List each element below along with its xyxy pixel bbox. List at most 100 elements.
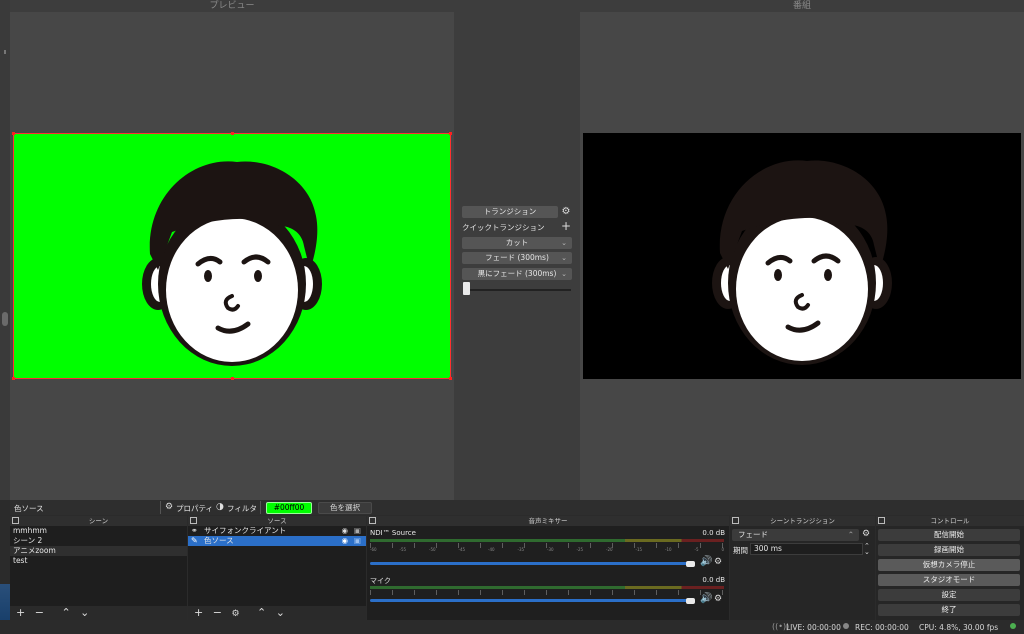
filter-icon: ◑	[216, 502, 224, 512]
mixer-body: NDI™ Source 0.0 dB -60 -55 -50 -45 -40 -35 -30…	[367, 526, 729, 620]
speaker-icon[interactable]: 🔊	[700, 556, 712, 567]
remove-icon[interactable]: −	[35, 606, 44, 619]
source-item[interactable]: ✎ 色ソース ◉ ▣	[188, 536, 366, 546]
channel-db: 0.0 dB	[702, 576, 725, 584]
resize-handle[interactable]	[449, 377, 452, 380]
gear-icon[interactable]: ⚙	[714, 594, 722, 604]
stepper-icon[interactable]: ⌃ ⌄	[864, 543, 870, 556]
tick-label: 0	[721, 547, 724, 552]
resize-handle[interactable]	[2, 312, 8, 326]
volume-handle[interactable]	[686, 598, 695, 604]
level-meter	[370, 539, 724, 542]
popout-icon[interactable]	[369, 517, 376, 524]
duration-input[interactable]: 300 ms	[750, 543, 863, 555]
source-item[interactable]: ⚭ サイフォンクライアント ◉ ▣	[188, 526, 366, 536]
chevron-up-icon[interactable]: ⌃	[257, 606, 266, 619]
scene-item[interactable]: mmhmm	[10, 526, 187, 536]
scene-item[interactable]: test	[10, 556, 187, 566]
rec-time: REC: 00:00:00	[855, 623, 909, 632]
lock-icon[interactable]: ▣	[354, 536, 361, 546]
preview-canvas[interactable]	[13, 133, 451, 379]
channel-db: 0.0 dB	[702, 529, 725, 537]
quick-item-label: フェード (300ms)	[485, 253, 549, 262]
tick-label: -15	[635, 547, 643, 552]
studio-mode-button[interactable]: スタジオモード	[878, 574, 1020, 586]
resize-handle[interactable]	[449, 132, 452, 135]
sources-title-bar: ソース	[188, 516, 366, 526]
stop-virtual-camera-button[interactable]: 仮想カメラ停止	[878, 559, 1020, 571]
eye-icon[interactable]: ◉	[341, 536, 348, 546]
add-icon[interactable]: +	[194, 606, 203, 619]
select-color-button[interactable]: 色を選択	[318, 502, 372, 514]
t-bar-handle[interactable]	[463, 282, 470, 295]
preview-title: プレビュー	[10, 0, 454, 12]
start-recording-button[interactable]: 録画開始	[878, 544, 1020, 556]
channel-name: マイク	[370, 577, 391, 585]
transitions-pane	[454, 0, 580, 500]
add-icon[interactable]: +	[16, 606, 25, 619]
chevron-down-icon[interactable]: ⌄	[80, 606, 89, 619]
properties-button[interactable]: プロパティ	[176, 503, 213, 514]
quick-item-label: 黒にフェード (300ms)	[477, 269, 557, 278]
controls-title: コントロール	[930, 517, 970, 525]
chevron-updown-icon: ⌃	[847, 530, 854, 539]
resize-handle[interactable]	[12, 132, 15, 135]
transition-select-value: フェード	[738, 530, 768, 539]
popout-icon[interactable]	[12, 517, 19, 524]
live-time: LIVE: 00:00:00	[786, 623, 841, 632]
volume-handle[interactable]	[686, 561, 695, 567]
filters-button[interactable]: フィルタ	[227, 503, 257, 514]
t-bar-track[interactable]	[463, 289, 571, 291]
scene-transitions-dock: シーントランジション フェード ⌃ ⚙ 期間 300 ms ⌃ ⌄	[730, 516, 875, 620]
volume-slider[interactable]	[370, 599, 692, 602]
transition-button[interactable]: トランジション	[462, 206, 558, 218]
tick-label: -5	[694, 547, 699, 552]
scene-item[interactable]: シーン 2	[10, 536, 187, 546]
quick-transition-fade-black[interactable]: 黒にフェード (300ms) ⌄	[462, 268, 572, 280]
speaker-icon[interactable]: 🔊	[700, 593, 712, 604]
face-illustration-icon	[142, 161, 322, 366]
popout-icon[interactable]	[878, 517, 885, 524]
channel-name: NDI™ Source	[370, 529, 416, 537]
remove-icon[interactable]: −	[213, 606, 222, 619]
start-streaming-button[interactable]: 配信開始	[878, 529, 1020, 541]
add-icon[interactable]: +	[560, 220, 572, 232]
chevron-up-icon[interactable]: ⌃	[61, 606, 70, 619]
controls-title-bar: コントロール	[876, 516, 1024, 526]
tick-label: -45	[458, 547, 466, 552]
left-edge-strip	[0, 0, 10, 500]
transition-select[interactable]: フェード ⌃	[732, 529, 859, 541]
resize-handle[interactable]	[12, 377, 15, 380]
popout-icon[interactable]	[732, 517, 739, 524]
gear-icon[interactable]: ⚙	[560, 206, 572, 218]
record-dot-icon	[843, 623, 849, 629]
tick-label: -10	[665, 547, 672, 552]
gear-icon: ⚙	[165, 502, 174, 512]
exit-button[interactable]: 終了	[878, 604, 1020, 616]
resize-handle[interactable]	[231, 132, 234, 135]
settings-button[interactable]: 設定	[878, 589, 1020, 601]
lock-icon[interactable]: ▣	[354, 526, 361, 536]
sources-dock: ソース ⚭ サイフォンクライアント ◉ ▣ ✎ 色ソース ◉ ▣ + − ⚙ ⌃…	[188, 516, 366, 620]
quick-transition-fade[interactable]: フェード (300ms) ⌄	[462, 252, 572, 264]
tick-label: -55	[399, 547, 407, 552]
scenes-title-bar: シーン	[10, 516, 187, 526]
gear-icon[interactable]: ⚙	[862, 529, 870, 539]
eye-icon[interactable]: ◉	[341, 526, 348, 536]
chevron-down-icon[interactable]: ⌄	[276, 606, 285, 619]
sources-footer: + − ⚙ ⌃ ⌄	[188, 606, 366, 620]
resize-handle[interactable]	[231, 377, 234, 380]
gear-icon[interactable]: ⚙	[714, 557, 722, 567]
tick-label: -30	[547, 547, 554, 552]
chevron-down-icon: ⌄	[561, 239, 567, 247]
divider	[260, 501, 261, 514]
popout-icon[interactable]	[190, 517, 197, 524]
chevron-down-icon: ⌄	[561, 270, 567, 278]
link-icon: ⚭	[191, 526, 198, 535]
volume-slider[interactable]	[370, 562, 692, 565]
quick-transition-cut[interactable]: カット ⌄	[462, 237, 572, 249]
level-meter	[370, 586, 724, 589]
source-toolbar	[10, 500, 1024, 515]
scene-item[interactable]: アニメzoom	[10, 546, 187, 556]
tick-label: -20	[606, 547, 613, 552]
